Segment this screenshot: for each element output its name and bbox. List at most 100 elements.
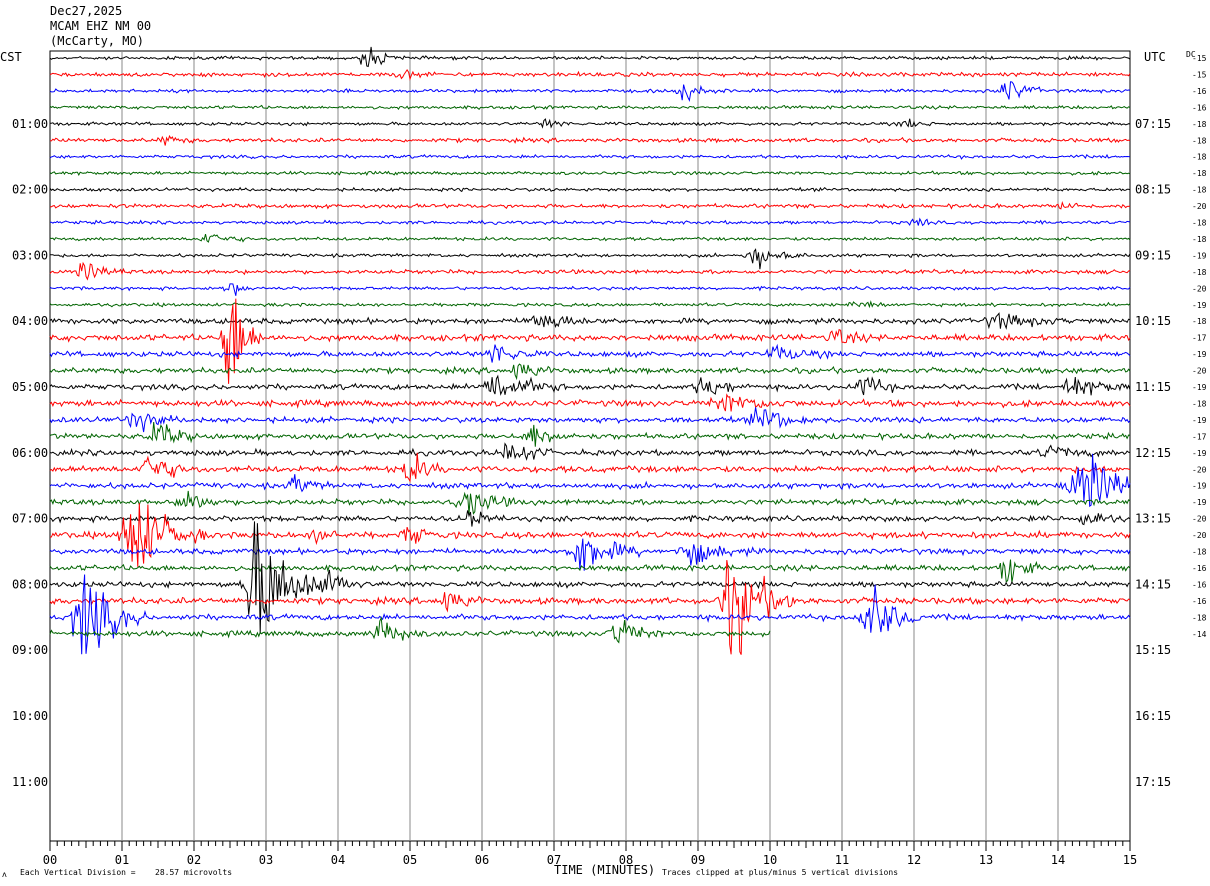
seismic-trace	[49, 453, 1131, 508]
x-tick-label: 00	[43, 853, 57, 867]
seismic-trace	[49, 300, 1131, 309]
cst-hour-label: 09:00	[12, 643, 48, 657]
utc-hour-label: 16:15	[1135, 709, 1171, 723]
seismic-trace	[49, 81, 1131, 103]
seismic-trace	[49, 153, 1131, 161]
x-tick-label: 10	[763, 853, 777, 867]
division-value: 28.57 microvolts	[155, 868, 232, 877]
cst-hour-label: 06:00	[12, 446, 48, 460]
seismic-trace	[49, 134, 1131, 146]
trace-group	[49, 46, 1131, 655]
utc-hour-label: 07:15	[1135, 117, 1171, 131]
dc-offset-label: -16	[1192, 597, 1207, 606]
dc-offset-label: -18	[1192, 317, 1207, 326]
x-tick-label: 13	[979, 853, 993, 867]
seismic-trace	[49, 363, 1131, 381]
seismic-trace	[49, 407, 1131, 433]
utc-hour-label: 10:15	[1135, 314, 1171, 328]
cst-hour-label: 07:00	[12, 512, 48, 526]
utc-hour-label: 09:15	[1135, 248, 1171, 262]
dc-offset-label: -19	[1192, 498, 1207, 507]
dc-offset-label: -18	[1192, 613, 1207, 622]
dc-offset-label: -18	[1192, 136, 1207, 145]
dc-offset-label: -19	[1192, 416, 1207, 425]
seismic-trace	[49, 170, 1131, 177]
utc-hour-label: 08:15	[1135, 183, 1171, 197]
helicorder-chart: CST UTC DC01:0002:0003:0004:0005:0006:0007…	[0, 46, 1207, 879]
dc-offset-label: -15	[1192, 70, 1207, 79]
seismic-trace	[49, 312, 1131, 330]
corner-mark: ʌ	[2, 870, 7, 879]
cst-hour-label: 02:00	[12, 183, 48, 197]
utc-hour-label: 11:15	[1135, 380, 1171, 394]
dc-offset-label: -20	[1192, 515, 1207, 524]
cst-hour-label: 05:00	[12, 380, 48, 394]
dc-offset-label: -16	[1192, 580, 1207, 589]
x-tick-label: 09	[691, 853, 705, 867]
seismic-trace	[49, 490, 1131, 515]
seismic-trace	[49, 421, 1131, 447]
seismic-trace	[49, 503, 1131, 567]
x-tick-label: 01	[115, 853, 129, 867]
seismic-trace	[50, 217, 1131, 227]
plot-frame	[49, 50, 1131, 842]
dc-offset-label: -19	[1192, 301, 1207, 310]
dc-offset-label: -16	[1192, 103, 1207, 112]
cst-hour-label: 11:00	[12, 775, 48, 789]
dc-offset-label: -20	[1192, 284, 1207, 293]
seismic-trace	[49, 343, 1131, 363]
dc-offset-label: -18	[1192, 548, 1207, 557]
seismic-trace	[49, 560, 1131, 655]
seismic-trace	[49, 261, 1131, 281]
seismic-trace	[49, 559, 1131, 583]
seismic-trace	[49, 442, 1131, 461]
utc-hour-label: 13:15	[1135, 512, 1171, 526]
dc-offset-label: -18	[1192, 399, 1207, 408]
dc-offset-label: -17	[1192, 334, 1207, 343]
x-tick-label: 14	[1051, 853, 1065, 867]
seismic-trace	[49, 46, 1131, 68]
seismic-trace	[49, 233, 1131, 243]
x-tick-label: 04	[331, 853, 345, 867]
dc-offset-label: -20	[1192, 202, 1207, 211]
dc-offset-label: -19	[1192, 449, 1207, 458]
x-tick-label: 11	[835, 853, 849, 867]
cst-hour-label: 04:00	[12, 314, 48, 328]
clip-note: Traces clipped at plus/minus 5 vertical …	[662, 868, 898, 877]
utc-hour-label: 12:15	[1135, 446, 1171, 460]
x-tick-label: 05	[403, 853, 417, 867]
seismic-trace	[49, 68, 1131, 81]
dc-offset-label: -18	[1192, 120, 1207, 129]
cst-hour-label: 01:00	[12, 117, 48, 131]
dc-offset-label: -18	[1192, 235, 1207, 244]
cst-hour-label: 08:00	[12, 577, 48, 591]
seismic-trace	[49, 248, 1131, 270]
cst-hour-label: 10:00	[12, 709, 48, 723]
seismic-trace	[49, 510, 1131, 527]
x-tick-label: 03	[259, 853, 273, 867]
dc-offset-label: -19	[1192, 482, 1207, 491]
x-tick-label: 15	[1123, 853, 1137, 867]
utc-hour-label: 17:15	[1135, 775, 1171, 789]
dc-offset-label: -20	[1192, 531, 1207, 540]
division-label: Each Vertical Division =	[20, 868, 136, 877]
dc-offset-label: -18	[1192, 186, 1207, 195]
dc-offset-label: -19	[1192, 251, 1207, 260]
utc-hour-label: 14:15	[1135, 577, 1171, 591]
x-tick-label: 02	[187, 853, 201, 867]
dc-offset-label: -15	[1192, 54, 1207, 63]
x-axis-label: TIME (MINUTES)	[554, 863, 655, 877]
cst-hour-label: 03:00	[12, 248, 48, 262]
seismic-trace	[49, 186, 1131, 193]
dc-offset-label: -18	[1192, 219, 1207, 228]
dc-offset-label: -16	[1192, 564, 1207, 573]
dc-offset-label: -16	[1192, 87, 1207, 96]
seismic-trace	[50, 118, 1131, 129]
seismic-trace	[49, 452, 1131, 483]
utc-hour-label: 15:15	[1135, 643, 1171, 657]
x-tick-label: 12	[907, 853, 921, 867]
dc-offset-label: -19	[1192, 350, 1207, 359]
utc-label: UTC	[1144, 50, 1166, 64]
dc-offset-label: -19	[1192, 383, 1207, 392]
x-tick-label: 06	[475, 853, 489, 867]
